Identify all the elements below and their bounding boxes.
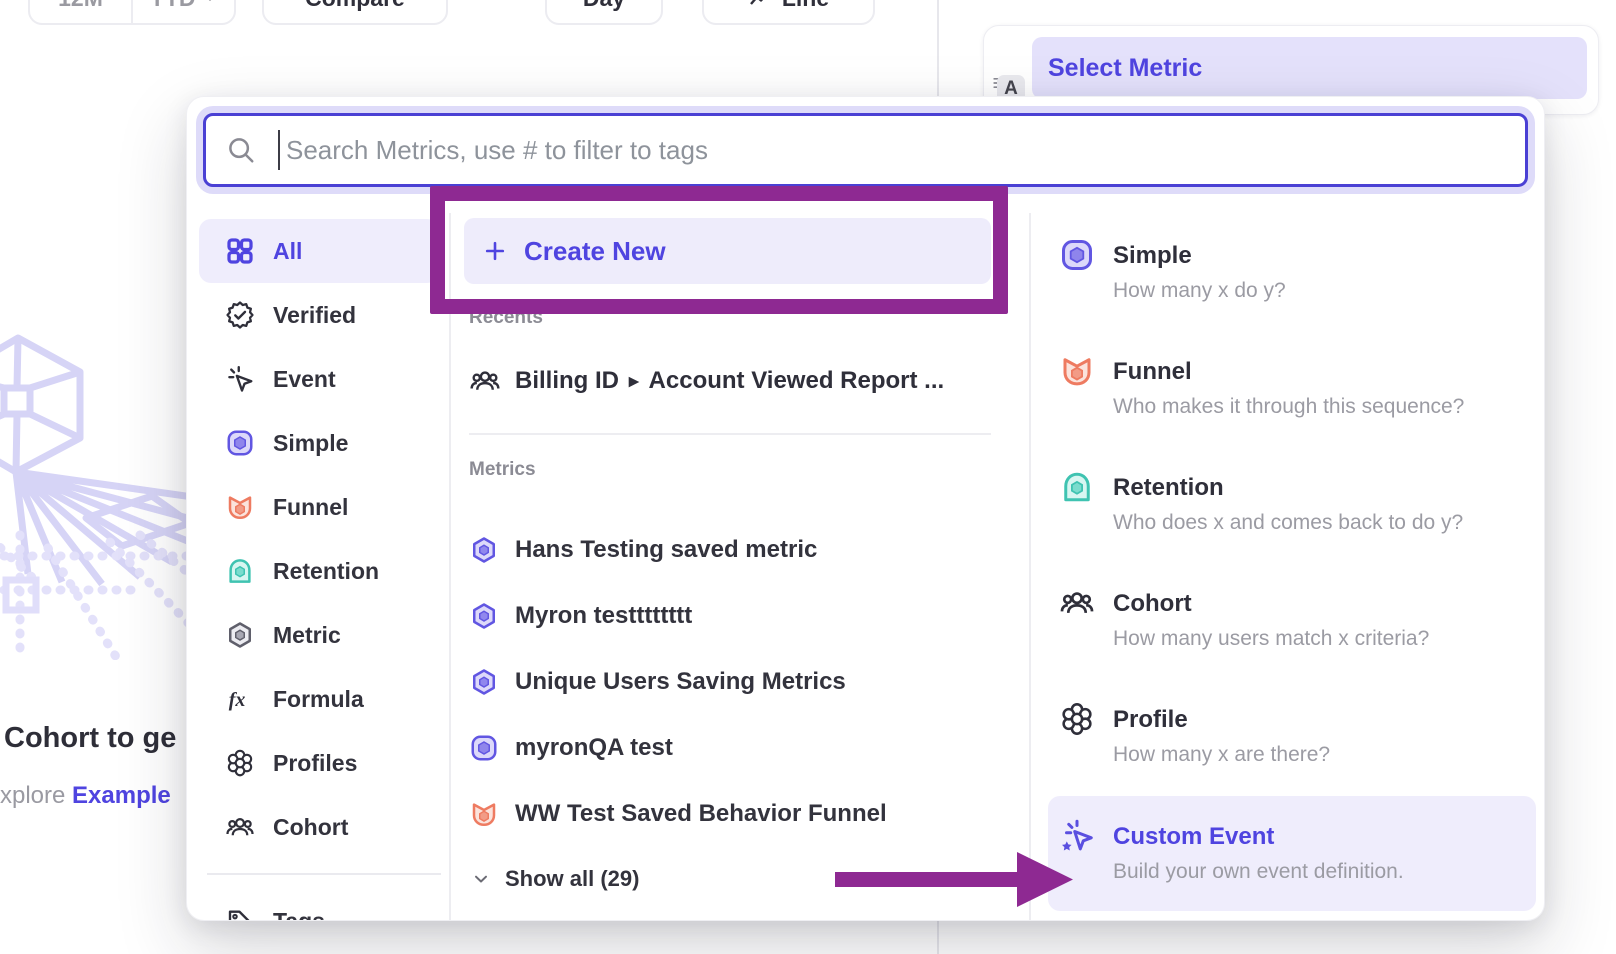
search-input[interactable]	[280, 135, 1525, 166]
nav-item-funnel[interactable]: Funnel	[199, 475, 439, 539]
type-option-profile[interactable]: Profile How many x are there?	[1059, 685, 1529, 768]
nav-item-retention[interactable]: Retention	[199, 539, 439, 603]
example-link[interactable]: Example	[72, 782, 171, 809]
funnel-icon	[1059, 353, 1095, 389]
empty-state-illustration	[0, 330, 200, 660]
nav-item-event[interactable]: Event	[199, 347, 439, 411]
type-option-cohort[interactable]: Cohort How many users match x criteria?	[1059, 569, 1529, 652]
tag-icon	[225, 906, 255, 921]
category-nav: All Verified Event Simple Funnel Retenti…	[199, 219, 439, 859]
metric-hexagon-icon	[225, 620, 255, 650]
metric-list-item[interactable]: Unique Users Saving Metrics	[469, 649, 991, 715]
column-divider	[449, 213, 451, 921]
chevron-down-icon	[202, 0, 218, 6]
empty-state-subtitle: xplore Example	[0, 782, 171, 810]
nav-item-verified[interactable]: Verified	[199, 283, 439, 347]
breadcrumb-caret: ▸	[629, 370, 639, 393]
nav-item-simple[interactable]: Simple	[199, 411, 439, 475]
nav-item-tags[interactable]: Tags	[199, 889, 439, 921]
nav-item-cohort[interactable]: Cohort	[199, 795, 439, 859]
verified-seal-icon	[225, 300, 255, 330]
search-icon	[226, 135, 256, 165]
metric-list-item[interactable]: WW Test Saved Behavior Funnel	[469, 781, 991, 847]
metric-picker-modal: All Verified Event Simple Funnel Retenti…	[186, 96, 1545, 921]
event-cursor-icon	[225, 364, 255, 394]
recents-header: Recents	[469, 307, 543, 329]
chart-type-line-button[interactable]: Line	[702, 0, 875, 25]
nav-divider	[207, 873, 441, 875]
date-range-segment: 12M YTD	[28, 0, 236, 25]
type-option-retention[interactable]: Retention Who does x and comes back to d…	[1059, 453, 1529, 536]
type-option-simple[interactable]: Simple How many x do y?	[1059, 221, 1529, 304]
retention-icon	[1059, 469, 1095, 505]
interval-day-button[interactable]: Day	[545, 0, 663, 25]
metric-list-item[interactable]: myronQA test	[469, 715, 991, 781]
type-option-funnel[interactable]: Funnel Who makes it through this sequenc…	[1059, 337, 1529, 420]
search-bar	[203, 113, 1528, 187]
svg-text:fx: fx	[229, 689, 246, 711]
funnel-icon	[469, 799, 499, 829]
range-12m-button[interactable]: 12M	[30, 0, 131, 23]
funnel-icon	[225, 492, 255, 522]
formula-icon: fx	[225, 684, 255, 714]
simple-icon	[469, 733, 499, 763]
line-chart-icon	[748, 0, 772, 10]
metric-list-item[interactable]: Myron testttttttt	[469, 583, 991, 649]
profiles-flower-icon	[225, 748, 255, 778]
plus-icon	[482, 238, 508, 264]
retention-icon	[225, 556, 255, 586]
grid-icon	[225, 236, 255, 266]
simple-icon	[1059, 237, 1095, 273]
saved-metric-icon	[469, 535, 499, 565]
range-ytd-button[interactable]: YTD	[131, 0, 234, 23]
create-new-button[interactable]: Create New	[464, 218, 991, 284]
cohort-people-icon	[225, 812, 255, 842]
column-divider	[1029, 213, 1031, 921]
metric-list-item[interactable]: Hans Testing saved metric	[469, 517, 991, 583]
nav-item-all[interactable]: All	[199, 219, 439, 283]
empty-state-title: Cohort to ge	[4, 722, 176, 755]
nav-item-metric[interactable]: Metric	[199, 603, 439, 667]
metrics-list: Hans Testing saved metric Myron testtttt…	[469, 517, 991, 847]
app-canvas: 12M YTD Compare Day Line A Select Metric…	[0, 0, 1616, 954]
nav-item-formula[interactable]: fx Formula	[199, 667, 439, 731]
custom-event-icon	[1059, 818, 1095, 854]
metrics-header: Metrics	[469, 459, 536, 481]
nav-item-profiles[interactable]: Profiles	[199, 731, 439, 795]
profiles-flower-icon	[1059, 701, 1095, 737]
recent-item[interactable]: Billing ID ▸ Account Viewed Report ...	[469, 355, 944, 407]
show-all-button[interactable]: Show all (29)	[471, 857, 639, 901]
cohort-people-icon	[1059, 585, 1095, 621]
type-option-custom-event[interactable]: Custom Event Build your own event defini…	[1059, 802, 1529, 885]
compare-button[interactable]: Compare	[262, 0, 448, 25]
section-divider	[469, 433, 991, 435]
cohort-people-icon	[469, 365, 501, 397]
saved-metric-icon	[469, 601, 499, 631]
category-nav-overflow: Tags	[199, 889, 439, 921]
select-metric-button[interactable]: Select Metric	[1032, 37, 1587, 99]
saved-metric-icon	[469, 667, 499, 697]
chevron-down-icon	[471, 869, 491, 889]
simple-icon	[225, 428, 255, 458]
